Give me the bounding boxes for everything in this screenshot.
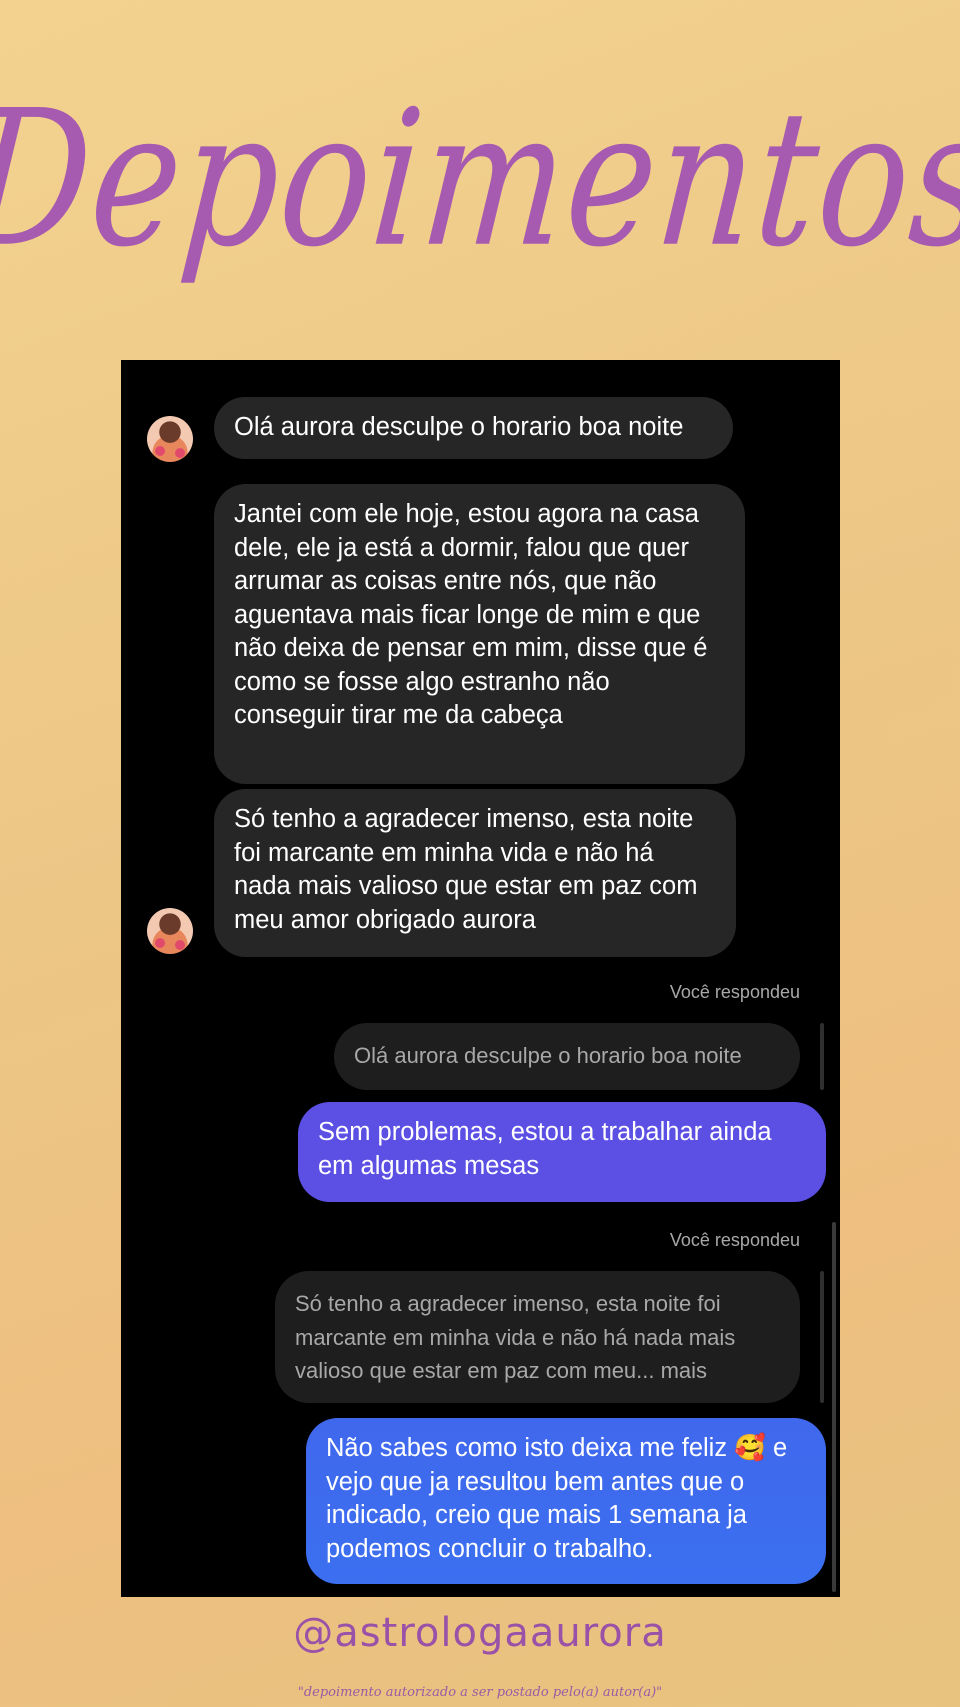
message-text: Não sabes como isto deixa me feliz 🥰 e v… xyxy=(326,1434,788,1563)
reply-label: Você respondeu xyxy=(669,982,800,1002)
message-text: Jantei com ele hoje, estou agora na casa… xyxy=(234,500,708,729)
instagram-handle: @astrologaaurora xyxy=(293,1610,667,1656)
quoted-message[interactable]: Só tenho a agradecer imenso, esta noite … xyxy=(275,1271,800,1403)
message-text: Sem problemas, estou a trabalhar ainda e… xyxy=(318,1118,772,1180)
page-title: Depoimentos xyxy=(0,10,960,350)
page-title-text: Depoimentos xyxy=(0,71,960,289)
authorization-note: "depoimento autorizado a ser postado pel… xyxy=(297,1685,663,1700)
quote-bar xyxy=(820,1023,824,1090)
message-bubble-incoming[interactable]: Jantei com ele hoje, estou agora na casa… xyxy=(214,484,745,784)
quoted-message[interactable]: Olá aurora desculpe o horario boa noite xyxy=(334,1023,800,1090)
message-bubble-outgoing[interactable]: Não sabes como isto deixa me feliz 🥰 e v… xyxy=(306,1418,826,1584)
quoted-text: Só tenho a agradecer imenso, esta noite … xyxy=(295,1291,736,1383)
message-bubble-incoming[interactable]: Só tenho a agradecer imenso, esta noite … xyxy=(214,789,736,957)
message-text: Só tenho a agradecer imenso, esta noite … xyxy=(234,805,698,934)
chat-screenshot: Olá aurora desculpe o horario boa noite … xyxy=(121,360,840,1597)
message-bubble-outgoing[interactable]: Sem problemas, estou a trabalhar ainda e… xyxy=(298,1102,826,1202)
reply-label: Você respondeu xyxy=(669,1230,800,1250)
quoted-text: Olá aurora desculpe o horario boa noite xyxy=(354,1043,742,1068)
quote-bar xyxy=(820,1271,824,1403)
message-bubble-incoming[interactable]: Olá aurora desculpe o horario boa noite xyxy=(214,397,733,459)
message-text: Olá aurora desculpe o horario boa noite xyxy=(234,413,684,441)
scrollbar[interactable] xyxy=(832,1222,836,1592)
sender-avatar[interactable] xyxy=(147,416,193,462)
sender-avatar[interactable] xyxy=(147,908,193,954)
